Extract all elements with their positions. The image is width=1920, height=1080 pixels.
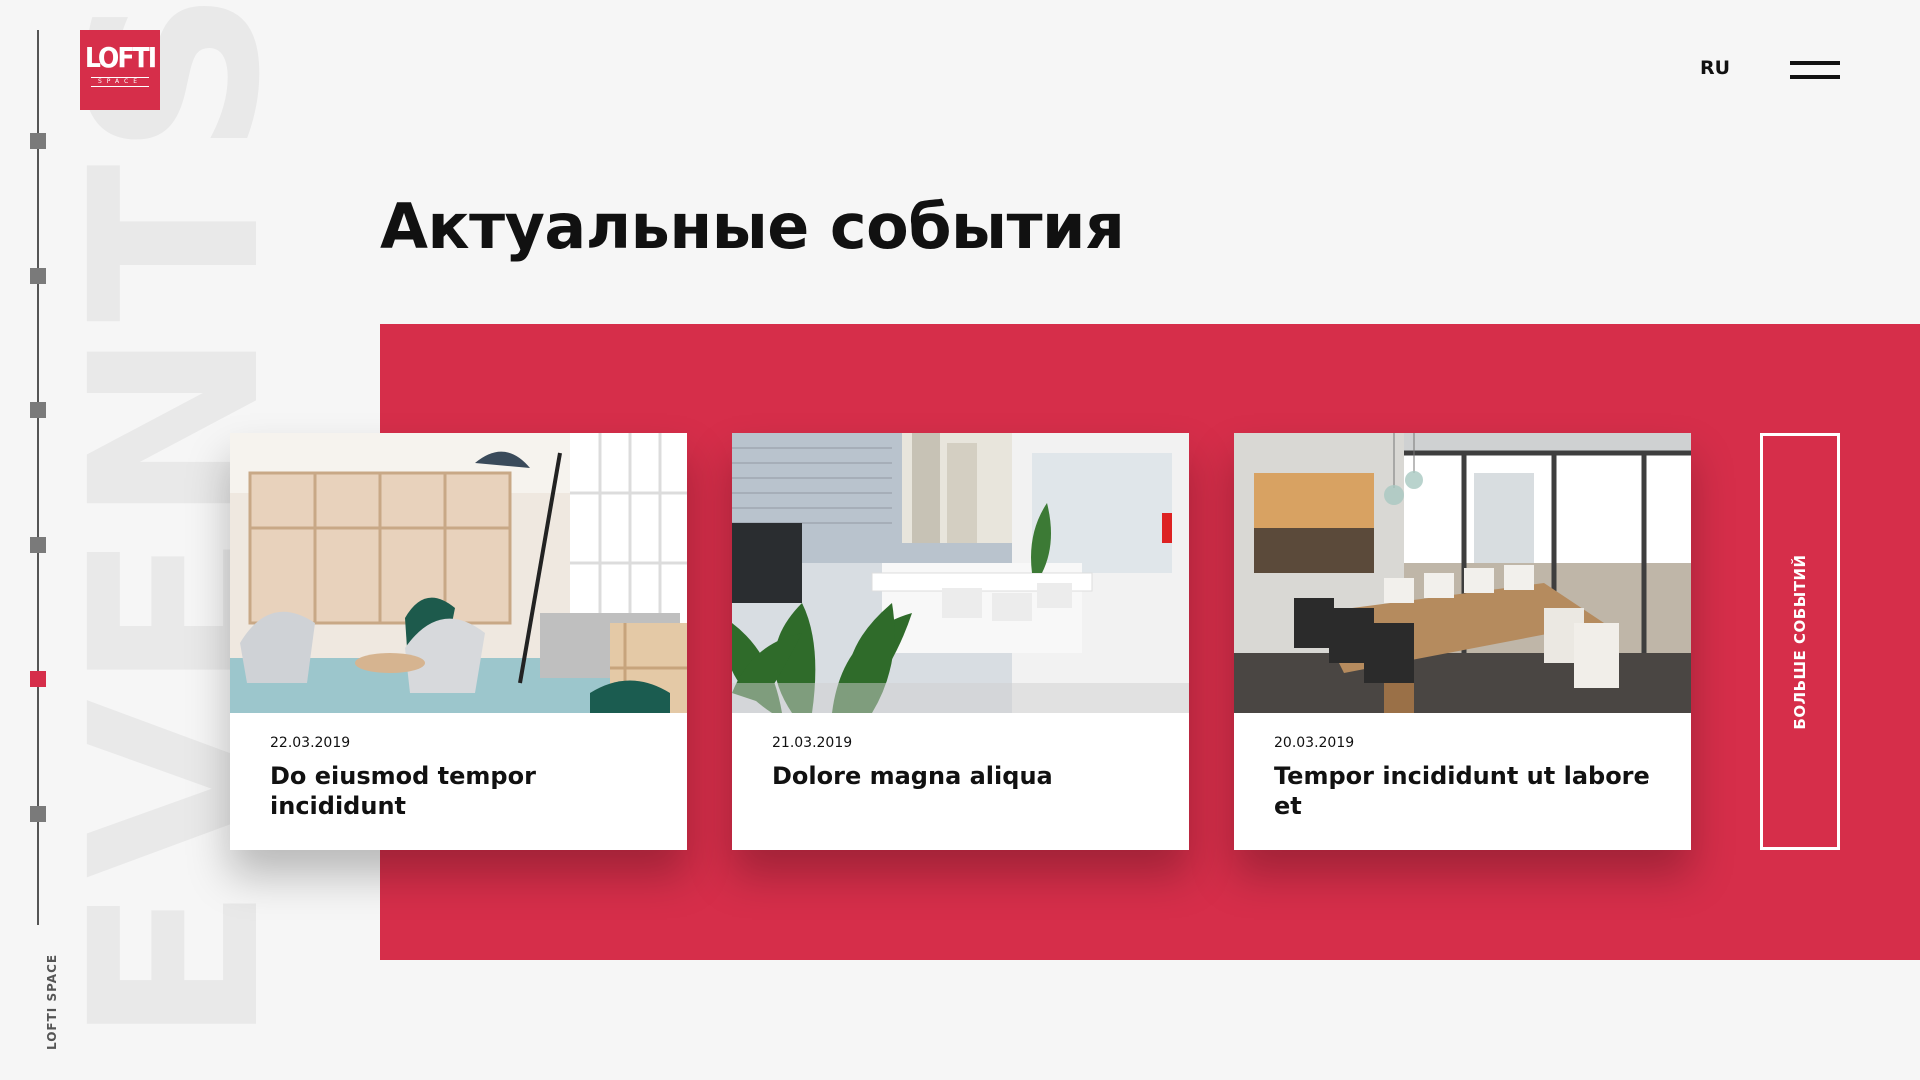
section-nav-dot-3[interactable] — [30, 402, 46, 418]
section-nav-dot-6[interactable] — [30, 806, 46, 822]
event-date: 22.03.2019 — [270, 735, 351, 751]
language-switcher[interactable]: RU — [1700, 57, 1730, 79]
event-title[interactable]: Tempor incididunt ut labore et — [1274, 761, 1664, 821]
section-nav-dot-5-active[interactable] — [30, 671, 46, 687]
event-image-meeting-room — [1234, 433, 1691, 713]
section-nav-line — [37, 30, 39, 925]
event-image-lounge — [230, 433, 687, 713]
section-nav-dot-4[interactable] — [30, 537, 46, 553]
event-card-3[interactable]: 20.03.2019 Tempor incididunt ut labore e… — [1234, 433, 1691, 850]
event-title[interactable]: Dolore magna aliqua — [772, 761, 1162, 791]
event-image-office — [732, 433, 1189, 713]
hamburger-menu-icon[interactable] — [1790, 61, 1840, 79]
more-events-label: БОЛЬШЕ СОБЫТИЙ — [1791, 553, 1809, 730]
logo-sub-text: SPACE — [91, 77, 149, 87]
side-brand-text: LOFTI SPACE — [45, 953, 59, 1050]
page-title: Актуальные события — [380, 190, 1125, 263]
logo[interactable]: LOFTI SPACE — [80, 30, 160, 110]
more-events-button[interactable]: БОЛЬШЕ СОБЫТИЙ — [1760, 433, 1840, 850]
section-nav-dot-1[interactable] — [30, 133, 46, 149]
event-title[interactable]: Do eiusmod tempor incididunt — [270, 761, 660, 821]
section-nav-dot-2[interactable] — [30, 268, 46, 284]
event-date: 21.03.2019 — [772, 735, 853, 751]
logo-main-text: LOFTI — [84, 41, 157, 74]
event-date: 20.03.2019 — [1274, 735, 1355, 751]
event-card-2[interactable]: 21.03.2019 Dolore magna aliqua — [732, 433, 1189, 850]
event-card-1[interactable]: 22.03.2019 Do eiusmod tempor incididunt — [230, 433, 687, 850]
